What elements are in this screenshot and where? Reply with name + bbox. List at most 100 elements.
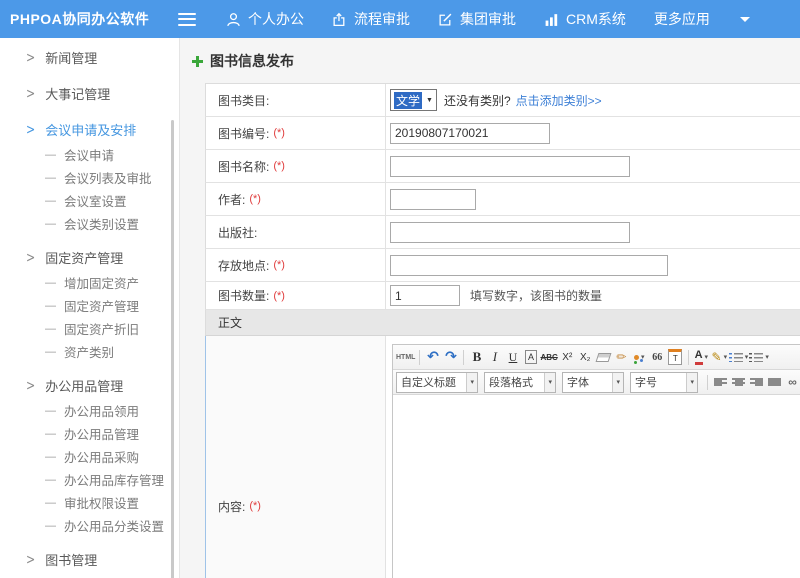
sidebar-item-new-book[interactable]: — 新建图书 <box>0 573 179 578</box>
nav-label: 更多应用 <box>654 9 710 29</box>
dash-icon: — <box>45 149 56 161</box>
insert-link-button[interactable]: ∞ <box>784 373 800 391</box>
book-number-input[interactable] <box>390 123 550 144</box>
align-justify-button[interactable] <box>766 373 783 391</box>
nav-group-approval[interactable]: 集团审批 <box>438 9 516 29</box>
sidebar-item-asset-add[interactable]: — 增加固定资产 <box>0 271 179 294</box>
flow-icon <box>332 12 347 27</box>
sidebar-item-label: 办公用品分类设置 <box>64 516 164 535</box>
eraser-button[interactable] <box>595 348 612 366</box>
paragraph-dropdown[interactable]: 段落格式▾ <box>484 372 556 393</box>
nav-label: 流程审批 <box>354 9 410 29</box>
align-center-button[interactable] <box>730 373 747 391</box>
chevron-right-icon: > <box>26 551 35 568</box>
font-color-button[interactable]: A▾ <box>693 348 710 366</box>
undo-button[interactable]: ↶ <box>424 348 441 366</box>
sidebar-item-label: 会议列表及审批 <box>64 168 152 187</box>
dash-icon: — <box>45 405 56 417</box>
sidebar-scrollbar[interactable] <box>171 120 174 578</box>
align-left-button[interactable] <box>712 373 729 391</box>
sidebar-item-meeting-list[interactable]: — 会议列表及审批 <box>0 166 179 189</box>
font-dropdown[interactable]: 字体▾ <box>562 372 624 393</box>
publisher-input[interactable] <box>390 222 630 243</box>
highlight-button[interactable]: ✎▾ <box>711 348 728 366</box>
field-label: 图书名称: <box>218 158 269 175</box>
dash-icon: — <box>45 346 56 358</box>
sidebar-item-meeting-mgmt[interactable]: > 会议申请及安排 <box>0 116 179 143</box>
html-source-button[interactable]: HTML <box>396 348 415 366</box>
caret-down-icon: ▾ <box>466 373 477 392</box>
superscript-button[interactable]: X² <box>559 348 576 366</box>
sidebar-item-news-mgmt[interactable]: > 新闻管理 <box>0 44 179 71</box>
paste-word-button[interactable]: T <box>667 348 684 366</box>
heading-dropdown[interactable]: 自定义标题▾ <box>396 372 478 393</box>
sidebar-item-label: 资产类别 <box>64 342 114 361</box>
font-size-dropdown[interactable]: 字号 ▾ <box>630 372 698 393</box>
nav-personal-office[interactable]: 个人办公 <box>226 9 304 29</box>
align-right-button[interactable] <box>748 373 765 391</box>
font-size-dropdown-value: 字号 <box>635 374 657 390</box>
required-mark: (*) <box>249 500 261 512</box>
strikethrough-button[interactable]: ABC <box>540 348 557 366</box>
sidebar-item-label: 大事记管理 <box>45 84 110 103</box>
required-mark: (*) <box>273 127 285 139</box>
nav-more-apps[interactable]: 更多应用 <box>654 9 710 29</box>
sidebar-item-label: 会议申请 <box>64 145 114 164</box>
hamburger-menu-icon[interactable] <box>178 13 196 26</box>
more-apps-caret[interactable] <box>738 17 750 22</box>
sidebar-item-label: 固定资产折旧 <box>64 319 139 338</box>
sidebar-item-asset-manage[interactable]: — 固定资产管理 <box>0 294 179 317</box>
dash-icon: — <box>45 300 56 312</box>
highlight-icon: ✎ <box>712 350 722 364</box>
book-name-input[interactable] <box>390 156 630 177</box>
field-label: 内容: <box>218 498 245 515</box>
italic-button[interactable]: I <box>486 348 503 366</box>
caret-down-icon: ▾ <box>745 353 749 361</box>
sidebar-item-asset-mgmt[interactable]: > 固定资产管理 <box>0 244 179 271</box>
plus-icon <box>192 56 203 67</box>
caret-down-icon: ▾ <box>612 373 623 392</box>
font-border-button[interactable]: A <box>525 350 537 364</box>
blockquote-button[interactable]: 66 <box>649 348 666 366</box>
caret-down-icon: ▾ <box>544 373 555 392</box>
quantity-input[interactable] <box>390 285 460 306</box>
sidebar-item-supplies-manage[interactable]: — 办公用品管理 <box>0 422 179 445</box>
sidebar-item-supplies-claim[interactable]: — 办公用品领用 <box>0 399 179 422</box>
location-input[interactable] <box>390 255 668 276</box>
caret-down-icon: ▾ <box>686 373 697 392</box>
form-row-book-name: 图书名称: (*) <box>205 150 800 183</box>
dash-icon: — <box>45 218 56 230</box>
sidebar-item-asset-category[interactable]: — 资产类别 <box>0 340 179 363</box>
editor-content-area[interactable] <box>393 395 800 578</box>
auto-typeset-button[interactable]: ▾ <box>631 348 648 366</box>
caret-down-icon: ▾ <box>641 353 645 361</box>
unordered-list-button[interactable]: ▾ <box>749 348 769 366</box>
add-category-link[interactable]: 点击添加类别>> <box>516 92 602 109</box>
author-input[interactable] <box>390 189 476 210</box>
underline-button[interactable]: U <box>504 348 521 366</box>
sidebar-item-supplies-mgmt[interactable]: > 办公用品管理 <box>0 372 179 399</box>
form-row-category: 图书类目: 文学 ▼ 还没有类别? 点击添加类别>> <box>205 84 800 117</box>
sidebar-item-supplies-purchase[interactable]: — 办公用品采购 <box>0 445 179 468</box>
sidebar-item-label: 办公用品管理 <box>64 424 139 443</box>
sidebar-item-supplies-category[interactable]: — 办公用品分类设置 <box>0 514 179 537</box>
ordered-list-button[interactable]: ▾ <box>729 348 749 366</box>
sidebar-item-asset-depreciation[interactable]: — 固定资产折旧 <box>0 317 179 340</box>
field-label: 存放地点: <box>218 257 269 274</box>
redo-button[interactable]: ↷ <box>442 348 459 366</box>
bold-button[interactable]: B <box>468 348 485 366</box>
sidebar-item-meeting-apply[interactable]: — 会议申请 <box>0 143 179 166</box>
subscript-button[interactable]: X₂ <box>577 348 594 366</box>
sidebar-item-supplies-inventory[interactable]: — 办公用品库存管理 <box>0 468 179 491</box>
category-select[interactable]: 文学 ▼ <box>390 89 437 111</box>
sidebar-item-approval-permission[interactable]: — 审批权限设置 <box>0 491 179 514</box>
sidebar-item-book-mgmt[interactable]: > 图书管理 <box>0 546 179 573</box>
nav-crm-system[interactable]: CRM系统 <box>544 9 626 29</box>
format-painter-button[interactable]: ✏ <box>613 348 630 366</box>
caret-down-icon: ▼ <box>426 97 433 104</box>
sidebar-item-meeting-room[interactable]: — 会议室设置 <box>0 189 179 212</box>
sidebar-item-meeting-category[interactable]: — 会议类别设置 <box>0 212 179 235</box>
section-header-body: 正文 <box>205 310 800 336</box>
sidebar-item-memorabilia-mgmt[interactable]: > 大事记管理 <box>0 80 179 107</box>
nav-workflow-approval[interactable]: 流程审批 <box>332 9 410 29</box>
